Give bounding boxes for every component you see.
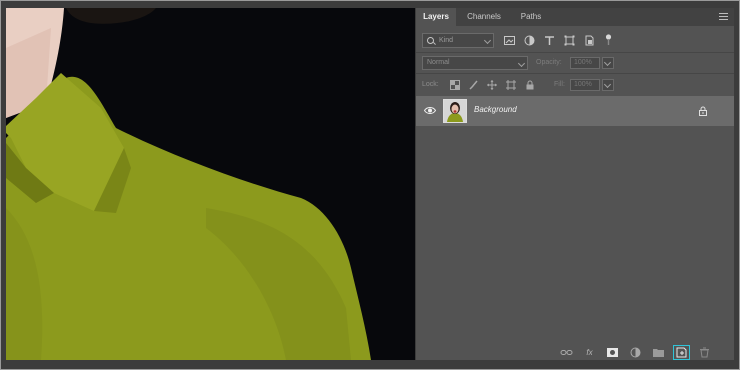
document-canvas[interactable] xyxy=(6,8,415,360)
adjustment-filter-icon[interactable] xyxy=(524,35,535,46)
smart-object-filter-icon[interactable] xyxy=(584,35,595,46)
lock-transparent-pixels-icon[interactable] xyxy=(450,80,460,90)
layer-filter-row: Kind xyxy=(416,30,734,52)
layer-name[interactable]: Background xyxy=(474,105,517,114)
fill-dropdown[interactable] xyxy=(602,79,614,91)
panel-menu-icon[interactable] xyxy=(719,13,728,20)
chevron-down-icon xyxy=(603,80,612,89)
chevron-down-icon xyxy=(603,58,612,67)
tab-layers[interactable]: Layers xyxy=(416,8,456,26)
layer-thumbnail xyxy=(443,99,467,123)
opacity-label: Opacity: xyxy=(536,59,562,66)
lock-position-icon[interactable] xyxy=(487,80,497,90)
blend-row: Normal Opacity: 100% xyxy=(416,54,734,72)
layers-panel: Layers Channels Paths Kind Normal Opacit… xyxy=(416,8,734,360)
folder-icon[interactable] xyxy=(652,347,665,358)
lock-label: Lock: xyxy=(422,81,439,88)
fill-label: Fill: xyxy=(554,81,565,88)
adjustment-icon[interactable] xyxy=(629,347,642,358)
lock-artboard-icon[interactable] xyxy=(506,80,516,90)
mask-icon[interactable] xyxy=(606,347,619,358)
lock-icon[interactable] xyxy=(698,106,708,116)
fill-field[interactable]: 100% xyxy=(570,79,600,91)
chevron-down-icon xyxy=(517,59,526,68)
fill-value: 100% xyxy=(574,81,592,88)
photo-image xyxy=(6,8,371,360)
tab-channels[interactable]: Channels xyxy=(458,8,510,26)
visibility-eye-icon[interactable] xyxy=(424,106,436,115)
blend-mode-select[interactable]: Normal xyxy=(422,56,528,70)
thumbnail-image xyxy=(444,100,466,122)
search-icon xyxy=(427,37,434,44)
fx-icon[interactable]: fx xyxy=(583,347,596,358)
lock-row: Lock: Fill: 100% xyxy=(416,76,734,94)
filter-kind-select[interactable]: Kind xyxy=(422,33,494,48)
filter-kind-label: Kind xyxy=(439,37,454,44)
new-layer-icon[interactable] xyxy=(673,345,690,360)
panel-tabs: Layers Channels Paths xyxy=(416,8,734,26)
shape-filter-icon[interactable] xyxy=(564,35,575,46)
lock-image-pixels-icon[interactable] xyxy=(469,80,479,90)
lock-all-icon[interactable] xyxy=(525,80,535,90)
layers-bottom-toolbar: fx xyxy=(416,345,734,360)
link-icon[interactable] xyxy=(560,347,573,358)
divider xyxy=(416,73,734,74)
layer-row[interactable]: Background xyxy=(416,96,734,126)
tab-paths[interactable]: Paths xyxy=(512,8,550,26)
chevron-down-icon xyxy=(483,36,492,45)
blend-mode-value: Normal xyxy=(427,59,450,66)
opacity-field[interactable]: 100% xyxy=(570,57,600,69)
opacity-value: 100% xyxy=(574,59,592,66)
type-filter-icon[interactable] xyxy=(544,35,555,46)
opacity-dropdown[interactable] xyxy=(602,57,614,69)
trash-icon[interactable] xyxy=(698,347,711,358)
pixel-filter-icon[interactable] xyxy=(504,35,515,46)
divider xyxy=(416,52,734,53)
filter-toggle-icon[interactable] xyxy=(604,34,613,46)
